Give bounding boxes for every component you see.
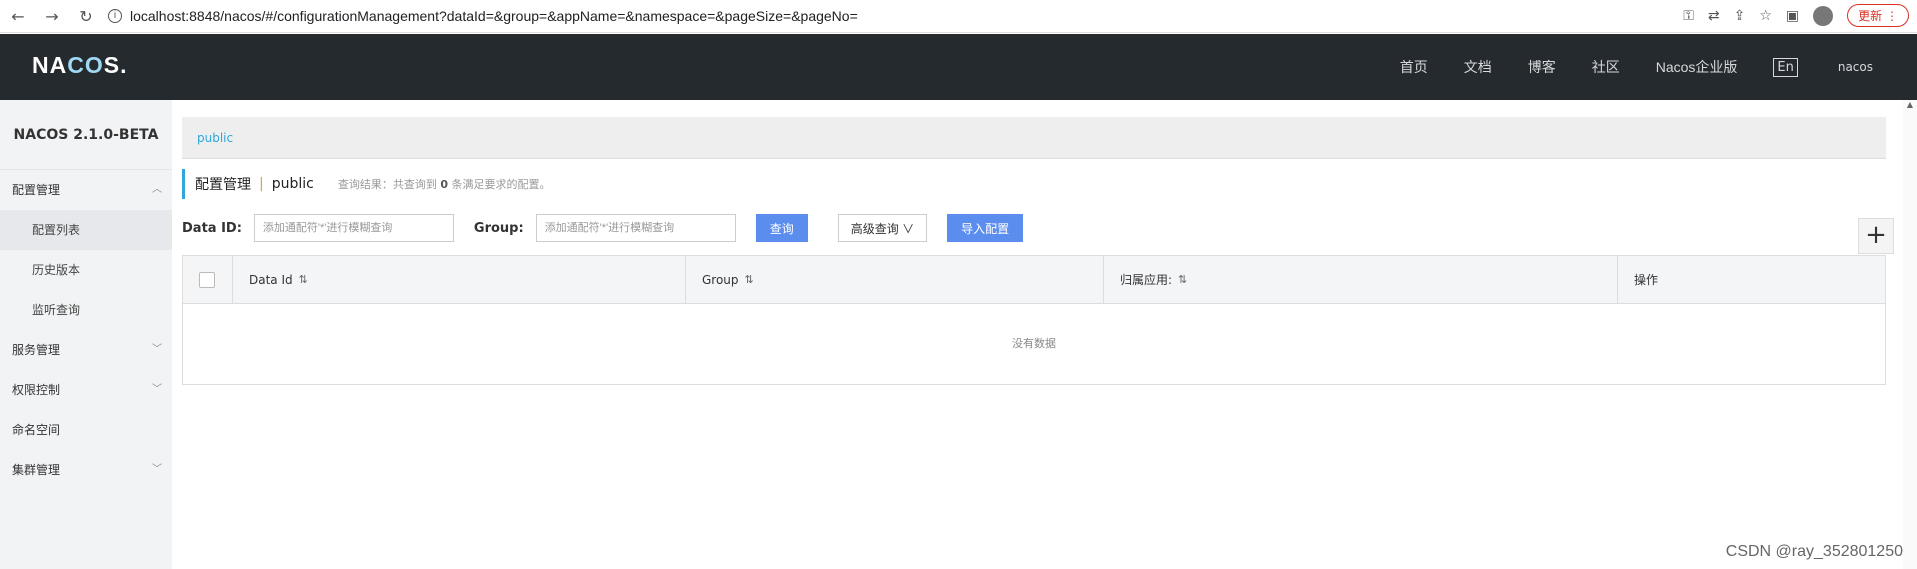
browser-toolbar: ← → ↻ i localhost:8848/nacos/#/configura… bbox=[0, 0, 1917, 33]
browser-tools: ⚿ ⇄ ⇪ ☆ ▣ 更新 ⋮ bbox=[1683, 4, 1909, 27]
sidepanel-icon[interactable]: ▣ bbox=[1786, 8, 1799, 24]
select-all-cell bbox=[183, 256, 233, 303]
column-label: 操作 bbox=[1634, 273, 1659, 287]
chevron-down-icon: ﹀ bbox=[152, 344, 162, 355]
version-title: NACOS 2.1.0-BETA bbox=[0, 100, 172, 170]
chevron-down-icon: ﹀ bbox=[152, 464, 162, 475]
column-actions: 操作 bbox=[1618, 256, 1885, 303]
sidebar: NACOS 2.1.0-BETA 配置管理 ︿ 配置列表 历史版本 监听查询 服… bbox=[0, 100, 172, 569]
address-bar[interactable]: i localhost:8848/nacos/#/configurationMa… bbox=[108, 8, 858, 24]
chevron-up-icon: ︿ bbox=[152, 184, 162, 195]
result-suffix: 条满足要求的配置。 bbox=[451, 178, 551, 191]
namespace-name: public bbox=[271, 176, 314, 192]
nav-blog[interactable]: 博客 bbox=[1528, 57, 1556, 77]
menu-cluster-management[interactable]: 集群管理 ﹀ bbox=[0, 450, 172, 490]
page-title: 配置管理 bbox=[195, 177, 251, 193]
search-bar: Data ID: Group: 查询 高级查询 ∨ 导入配置 + bbox=[182, 213, 1894, 254]
share-icon[interactable]: ⇪ bbox=[1734, 8, 1746, 24]
advanced-query-button[interactable]: 高级查询 ∨ bbox=[837, 214, 928, 242]
query-button[interactable]: 查询 bbox=[755, 214, 808, 242]
chevron-down-icon: ﹀ bbox=[152, 384, 162, 395]
star-icon[interactable]: ☆ bbox=[1759, 8, 1772, 24]
sort-icon[interactable]: ⇅ bbox=[745, 273, 754, 286]
back-icon[interactable]: ← bbox=[8, 7, 28, 26]
column-label: Data Id bbox=[249, 272, 293, 287]
empty-state: 没有数据 bbox=[1012, 337, 1056, 350]
query-result-text: 查询结果：共查询到 0 条满足要求的配置。 bbox=[338, 176, 551, 192]
update-button[interactable]: 更新 ⋮ bbox=[1847, 4, 1909, 27]
update-label: 更新 bbox=[1858, 9, 1883, 23]
reload-icon[interactable]: ↻ bbox=[76, 7, 96, 26]
sort-icon[interactable]: ⇅ bbox=[1178, 273, 1187, 286]
select-all-checkbox[interactable] bbox=[199, 271, 215, 288]
nacos-logo[interactable]: NACOS. bbox=[32, 52, 127, 79]
translate-icon[interactable]: ⇄ bbox=[1708, 8, 1720, 24]
user-name[interactable]: nacos bbox=[1838, 60, 1873, 74]
browser-nav: ← → ↻ bbox=[0, 7, 96, 26]
column-data-id[interactable]: Data Id ⇅ bbox=[233, 256, 686, 303]
main-content: public 配置管理 | public 查询结果：共查询到 0 条满足要求的配… bbox=[182, 100, 1894, 385]
nav-enterprise[interactable]: Nacos企业版 bbox=[1656, 57, 1738, 77]
top-navbar: NACOS. 首页 文档 博客 社区 Nacos企业版 En nacos bbox=[0, 34, 1917, 100]
dataid-input[interactable] bbox=[253, 214, 454, 242]
scroll-up-icon[interactable]: ▲ bbox=[1903, 100, 1917, 109]
sort-icon[interactable]: ⇅ bbox=[299, 273, 308, 286]
menu-namespace[interactable]: 命名空间 bbox=[0, 410, 172, 450]
config-table: Data Id ⇅ Group ⇅ 归属应用: ⇅ 操作 没有数据 bbox=[182, 255, 1886, 385]
nav-home[interactable]: 首页 bbox=[1400, 57, 1428, 77]
page-title-bar: 配置管理 | public 查询结果：共查询到 0 条满足要求的配置。 bbox=[182, 169, 1886, 199]
page-scrollbar[interactable]: ▲ bbox=[1903, 100, 1917, 569]
menu-label: 服务管理 bbox=[12, 343, 61, 357]
top-nav: 首页 文档 博客 社区 Nacos企业版 En nacos bbox=[1400, 34, 1917, 100]
namespace-tabs: public bbox=[182, 117, 1886, 159]
column-label: Group bbox=[702, 272, 739, 287]
menu-listener-query[interactable]: 监听查询 bbox=[0, 290, 172, 330]
nav-community[interactable]: 社区 bbox=[1592, 57, 1620, 77]
column-group[interactable]: Group ⇅ bbox=[686, 256, 1104, 303]
table-header: Data Id ⇅ Group ⇅ 归属应用: ⇅ 操作 bbox=[183, 256, 1885, 304]
title-separator: | bbox=[259, 176, 264, 192]
menu-history[interactable]: 历史版本 bbox=[0, 250, 172, 290]
import-config-button[interactable]: 导入配置 bbox=[947, 214, 1024, 242]
menu-label: 集群管理 bbox=[12, 463, 61, 477]
result-count: 0 bbox=[440, 178, 448, 191]
menu-config-management[interactable]: 配置管理 ︿ bbox=[0, 170, 172, 210]
result-prefix: 查询结果：共查询到 bbox=[337, 178, 437, 191]
forward-icon[interactable]: → bbox=[42, 7, 62, 26]
menu-config-list[interactable]: 配置列表 bbox=[0, 210, 172, 250]
column-app[interactable]: 归属应用: ⇅ bbox=[1104, 256, 1618, 303]
menu-label: 权限控制 bbox=[12, 383, 61, 397]
nav-docs[interactable]: 文档 bbox=[1464, 57, 1492, 77]
namespace-tab-public[interactable]: public bbox=[197, 131, 233, 145]
key-icon[interactable]: ⚿ bbox=[1683, 8, 1694, 24]
language-switch[interactable]: En bbox=[1773, 57, 1798, 77]
watermark: CSDN @ray_352801250 bbox=[1725, 543, 1903, 560]
advanced-query-label: 高级查询 bbox=[850, 221, 899, 236]
dataid-label: Data ID: bbox=[182, 220, 242, 236]
site-info-icon[interactable]: i bbox=[108, 9, 122, 23]
menu-label: 命名空间 bbox=[12, 423, 61, 437]
group-label: Group: bbox=[473, 220, 524, 236]
profile-avatar[interactable] bbox=[1813, 5, 1834, 26]
menu-service-management[interactable]: 服务管理 ﹀ bbox=[0, 330, 172, 370]
url-text[interactable]: localhost:8848/nacos/#/configurationMana… bbox=[130, 8, 858, 24]
group-input[interactable] bbox=[535, 214, 736, 242]
add-config-button[interactable]: + bbox=[1858, 218, 1894, 254]
chevron-down-icon: ∨ bbox=[902, 221, 915, 236]
menu-access-control[interactable]: 权限控制 ﹀ bbox=[0, 370, 172, 410]
menu-label: 配置管理 bbox=[12, 183, 61, 197]
column-label: 归属应用: bbox=[1120, 273, 1173, 287]
